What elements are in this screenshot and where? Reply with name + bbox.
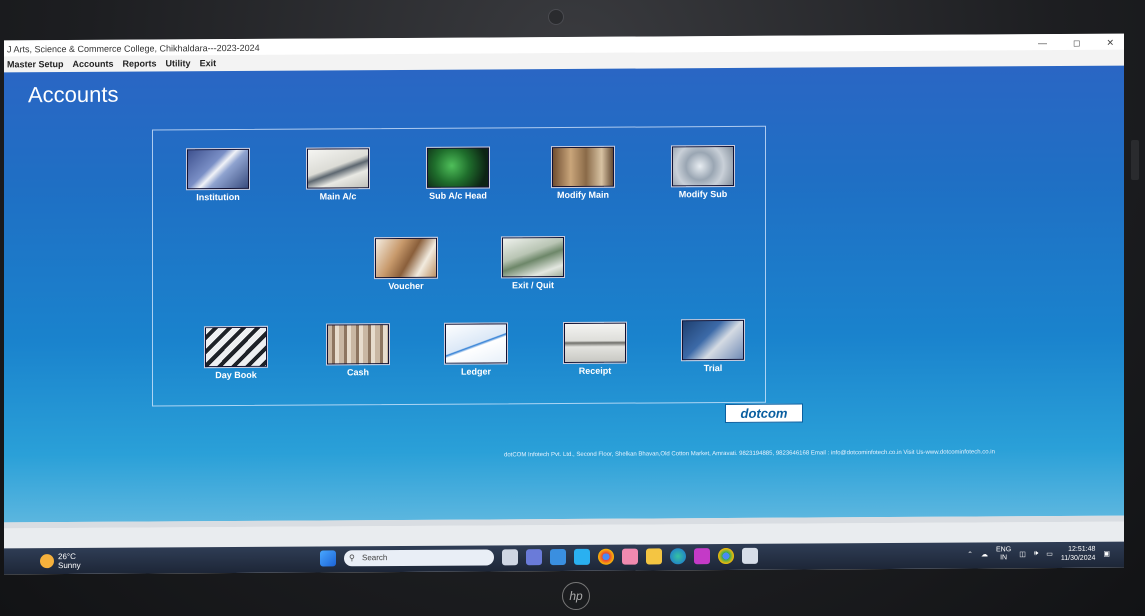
menu-master-setup[interactable]: Master Setup: [7, 56, 64, 72]
photos-icon[interactable]: [622, 548, 638, 565]
tile-institution[interactable]: Institution: [173, 147, 263, 203]
tile-label: Main A/c: [319, 191, 357, 202]
menu-utility[interactable]: Utility: [166, 55, 191, 71]
magnifier-icon: [671, 144, 735, 188]
tile-main-ac[interactable]: Main A/c: [293, 147, 383, 202]
battery-icon[interactable]: ▭: [1046, 550, 1053, 558]
institution-icon: [186, 147, 250, 191]
chart-up-icon: [444, 322, 508, 365]
page-title: Accounts: [28, 81, 119, 108]
window-title: J Arts, Science & Commerce College, Chik…: [7, 42, 260, 55]
lang-bottom: IN: [1000, 554, 1008, 562]
tile-sub-ac-head[interactable]: Sub A/c Head: [413, 146, 503, 201]
side-edge: [1131, 140, 1139, 180]
search-icon: ⚲: [349, 553, 355, 563]
search-placeholder: Search: [362, 553, 388, 563]
tile-modify-sub[interactable]: Modify Sub: [658, 144, 748, 200]
chrome-2-icon[interactable]: [718, 547, 734, 565]
weather-temp: 26°C: [58, 551, 76, 562]
wifi-icon[interactable]: ◫: [1019, 550, 1026, 558]
tile-ledger[interactable]: Ledger: [431, 322, 521, 377]
task-view-icon[interactable]: [502, 549, 518, 566]
tile-label: Cash: [346, 367, 369, 378]
laptop-bezel: J Arts, Science & Commerce College, Chik…: [0, 0, 1145, 616]
menu-exit[interactable]: Exit: [200, 55, 217, 71]
accounts-form: Accounts Institution Main A/c Sub A/c He…: [4, 65, 1124, 523]
weather-desc: Sunny: [58, 560, 81, 571]
tile-cash[interactable]: Cash: [313, 323, 403, 378]
chevron-up-icon[interactable]: ⌃: [967, 551, 973, 559]
tile-label: Trial: [703, 363, 723, 374]
start-icon[interactable]: [320, 550, 336, 567]
clock[interactable]: 12:51:48 11/30/2024: [1061, 545, 1096, 563]
dotcom-logo: dotcom: [725, 403, 803, 424]
hp-logo: hp: [562, 582, 590, 610]
chat-icon[interactable]: [526, 549, 542, 566]
app-active-icon[interactable]: [694, 548, 710, 565]
scale-icon: [563, 321, 627, 365]
lang-top: ENG: [996, 546, 1012, 554]
voucher-stack-icon: [374, 236, 438, 280]
system-tray: ⌃ ☁ ENG IN ◫ 🕪 ▭ 12:51:48 11/30/2024 ▣: [967, 545, 1110, 564]
language-indicator[interactable]: ENG IN: [996, 546, 1011, 562]
tile-day-book[interactable]: Day Book: [191, 325, 281, 381]
tile-label: Modify Sub: [678, 189, 728, 200]
hand-paper-icon: [681, 318, 745, 362]
volume-icon[interactable]: 🕪: [1034, 550, 1038, 558]
webcam: [548, 9, 564, 25]
tile-label: Institution: [196, 191, 240, 203]
tile-label: Exit / Quit: [511, 280, 554, 291]
tile-label: Sub A/c Head: [429, 190, 487, 201]
clock-date: 11/30/2024: [1060, 554, 1096, 562]
notification-icon[interactable]: ▣: [1103, 550, 1110, 558]
money-house-icon: [501, 235, 565, 279]
accounts-app-icon[interactable]: [742, 547, 758, 564]
taskbar: 26°C Sunny ⚲ Search ⌃ ☁ ENG IN ◫ 🕪 ▭ 12:…: [4, 541, 1124, 575]
taskbar-apps: ⚲ Search: [320, 547, 758, 567]
clock-time: 12:51:48: [1068, 545, 1096, 553]
tile-label: Ledger: [460, 366, 491, 377]
cloud-icon[interactable]: ☁: [981, 550, 988, 558]
tile-label: Day Book: [215, 369, 257, 381]
cash-icon: [326, 323, 390, 366]
weather-widget[interactable]: 26°C Sunny: [40, 552, 81, 570]
footer-contact: dotCOM Infotech Pvt. Ltd., Second Floor,…: [504, 449, 995, 459]
store-icon[interactable]: [550, 548, 566, 566]
menu-panel: Institution Main A/c Sub A/c Head Modify…: [152, 125, 766, 407]
keyboard-icon: [204, 325, 268, 369]
app-icon[interactable]: [574, 548, 590, 565]
screen: J Arts, Science & Commerce College, Chik…: [4, 33, 1124, 575]
tile-label: Voucher: [388, 280, 424, 292]
sun-icon: [40, 554, 54, 569]
tile-voucher[interactable]: Voucher: [361, 236, 451, 292]
tile-receipt[interactable]: Receipt: [550, 321, 640, 377]
chrome-icon[interactable]: [598, 548, 614, 565]
team-icon: [426, 146, 490, 189]
menu-accounts[interactable]: Accounts: [73, 56, 114, 72]
tile-label: Modify Main: [557, 189, 609, 201]
tile-trial[interactable]: Trial: [668, 318, 758, 374]
tile-modify-main[interactable]: Modify Main: [538, 145, 628, 201]
menu-reports[interactable]: Reports: [123, 55, 157, 71]
edge-icon[interactable]: [670, 548, 686, 565]
tile-exit-quit[interactable]: Exit / Quit: [488, 235, 578, 291]
coins-icon: [551, 145, 615, 189]
search-input[interactable]: ⚲ Search: [344, 549, 494, 567]
tile-label: Receipt: [578, 365, 612, 376]
pen-document-icon: [306, 147, 370, 190]
file-explorer-icon[interactable]: [646, 548, 662, 565]
